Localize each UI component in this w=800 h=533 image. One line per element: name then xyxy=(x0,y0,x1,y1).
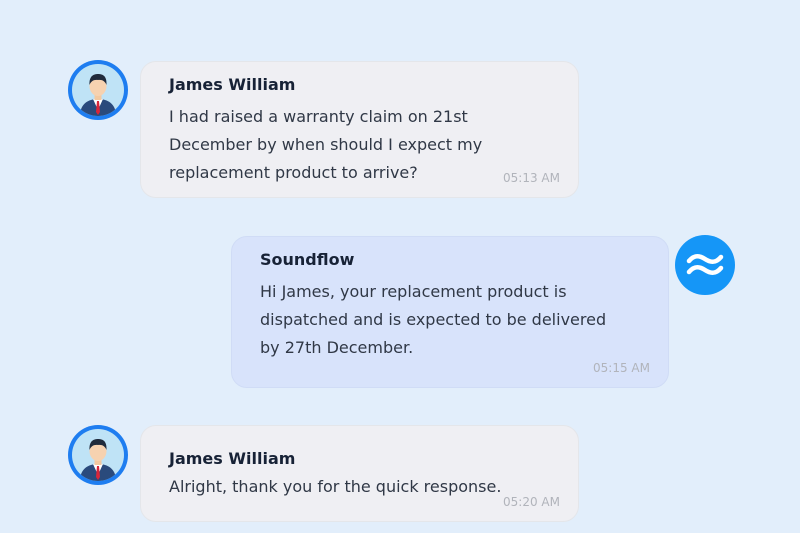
user-avatar-icon xyxy=(68,425,128,485)
message-bubble: James William Alright, thank you for the… xyxy=(140,425,579,522)
chat-thread: James William I had raised a warranty cl… xyxy=(0,0,800,533)
user-avatar-icon xyxy=(68,60,128,120)
sender-name: Soundflow xyxy=(260,250,355,269)
sender-name: James William xyxy=(169,449,296,468)
message-timestamp: 05:15 AM xyxy=(593,361,650,375)
message-text: I had raised a warranty claim on 21st De… xyxy=(169,107,483,182)
message-timestamp: 05:13 AM xyxy=(503,171,560,185)
soundflow-logo-icon xyxy=(675,235,735,295)
message-text: Alright, thank you for the quick respons… xyxy=(169,477,502,496)
message-bubble-agent: Soundflow Hi James, your replacement pro… xyxy=(231,236,669,388)
message-text: Hi James, your replacement product is di… xyxy=(260,282,607,357)
sender-name: James William xyxy=(169,75,296,94)
message-timestamp: 05:20 AM xyxy=(503,495,560,509)
message-bubble: James William I had raised a warranty cl… xyxy=(140,61,579,198)
